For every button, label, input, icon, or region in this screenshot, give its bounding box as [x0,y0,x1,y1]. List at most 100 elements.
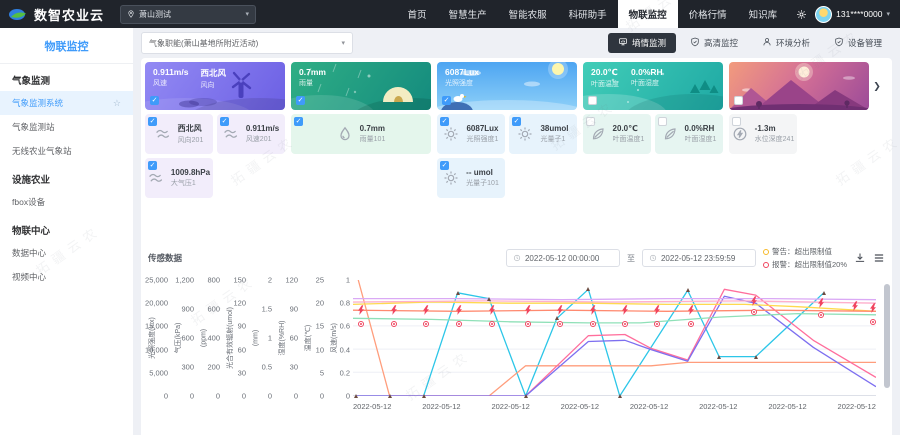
series-point [618,394,622,398]
menu-icon[interactable] [873,252,885,264]
axis-tick: 0 [268,392,272,401]
alarm-point [622,321,628,327]
chip-checkbox[interactable]: ✓ [512,117,521,126]
date-from-input[interactable]: 2022-05-12 00:00:00 [506,249,620,267]
clock-icon [649,254,657,262]
nav-item[interactable]: 科研助手 [558,0,618,28]
sensor-chip[interactable]: ✓1009.8hPa大气压1 [145,158,213,198]
nav-item[interactable]: 智能农服 [498,0,558,28]
x-axis-label: 2022-05-12 [838,402,876,411]
sidebar-item[interactable]: fbox设备 [0,190,133,214]
chart-header: 传感数据 2022-05-12 00:00:00 至 2022-05-12 23… [145,248,888,268]
chart-scrollbar[interactable] [884,284,890,388]
date-from-value: 2022-05-12 00:00:00 [525,254,599,263]
chip-checkbox[interactable]: ✓ [658,117,667,126]
chip-checkbox[interactable]: ✓ [732,117,741,126]
date-to-input[interactable]: 2022-05-12 23:59:59 [642,249,756,267]
card-checkbox[interactable]: ✓ [442,96,451,105]
axis-tick: 0.4 [340,345,350,354]
sensor-chip[interactable]: ✓西北风风向201 [145,114,213,154]
card-checkbox[interactable]: ✓ [296,96,305,105]
location-select[interactable]: 萧山测试 ▾ [120,5,256,24]
toolbar-button[interactable]: 环境分析 [752,33,820,53]
chip-checkbox[interactable]: ✓ [586,117,595,126]
sensor-chip[interactable]: ✓-1.3m水位深度241 [729,114,797,154]
y-axis: 湿度(%RH)1209060300 [275,280,301,396]
device-select[interactable]: 气象职能(萧山基地所附近活动) ▾ [141,32,353,54]
main-nav: 首页智慧生产智能农服科研助手物联监控价格行情知识库 [397,0,789,28]
sensor-chip[interactable]: ✓38umol光量子1 [509,114,577,154]
card-checkbox[interactable]: ✓ [150,96,159,105]
chip-value: 0.7mm [360,124,386,133]
sensor-card-rain[interactable]: 0.7mm雨量✓ [291,62,431,110]
chip-checkbox[interactable]: ✓ [294,117,303,126]
sidebar-item[interactable]: 视频中心 [0,265,133,289]
date-separator: 至 [627,253,635,264]
toolbar-buttons: 墒情监测高清监控环境分析设备管理 [608,33,892,53]
triangle-marker [422,394,426,398]
star-icon[interactable]: ☆ [113,98,121,109]
card-value-number: 20.0℃ [591,67,619,78]
nav-item[interactable]: 智慧生产 [438,0,498,28]
gear-icon[interactable] [796,9,807,20]
chip-column: ✓20.0℃叶面温度1✓0.0%RH叶面湿度1 [583,114,723,198]
sensor-card-leaf[interactable]: 20.0℃叶面温度0.0%RH叶面湿度✓ [583,62,723,110]
nav-item[interactable]: 价格行情 [678,0,738,28]
nav-item[interactable]: 首页 [397,0,438,28]
avatar [815,6,832,23]
sidebar-item[interactable]: 气象监测站 [0,115,133,139]
axis-tick: 15 [316,322,324,331]
sensor-chip[interactable]: ✓20.0℃叶面温度1 [583,114,651,154]
toolbar-button[interactable]: 墒情监测 [608,33,676,53]
chip-checkbox[interactable]: ✓ [220,117,229,126]
card-checkbox[interactable]: ✓ [588,96,597,105]
series-point [524,394,528,398]
sun-icon [443,170,459,186]
axis-tick: 900 [181,305,194,314]
axis-tick: 90 [238,322,246,331]
nav-item[interactable]: 物联监控 [618,0,678,28]
alarm-bolt-icon [489,305,496,315]
sensor-card-sunset[interactable]: ✓ [729,62,869,110]
axis-tick: 0 [190,392,194,401]
y-axis: 风速(m/s)10.80.60.40.20 [327,280,353,396]
axis-tick: 5 [320,368,324,377]
chip-label: 光量子1 [540,134,568,144]
chip-checkbox[interactable]: ✓ [148,161,157,170]
carousel-next-button[interactable]: ❯ [869,78,885,94]
chip-label: 水位深度241 [755,134,795,144]
sensor-chip[interactable]: ✓0.0%RH叶面湿度1 [655,114,723,154]
user-menu[interactable]: 131****0000 ▾ [815,6,890,23]
card-value-number: 0.7mm [299,67,326,77]
triangle-marker [487,297,491,301]
sidebar: 物联监控 气象监测气象监测系统☆气象监测站无线农业气象站设施农业fbox设备物联… [0,28,133,435]
sidebar-item[interactable]: 无线农业气象站 [0,139,133,163]
card-checkbox[interactable]: ✓ [734,96,743,105]
sidebar-item[interactable]: 数据中心 [0,241,133,265]
chip-checkbox[interactable]: ✓ [440,161,449,170]
series-point [487,297,491,301]
legend-item: 报警：超出限制值20% [763,259,847,270]
axis-tick: 10,000 [145,345,168,354]
axis-tick: 1 [346,276,350,285]
sensor-chip[interactable]: ✓0.7mm雨量101 [291,114,431,154]
nav-item[interactable]: 知识库 [738,0,789,28]
sidebar-item[interactable]: 气象监测系统 ☆ [0,91,133,115]
alarm-point [391,321,397,327]
sun-icon [443,126,459,142]
axis-tick: 600 [207,305,220,314]
sensor-card-sun[interactable]: 6087Lux光照强度✓ [437,62,577,110]
sensor-chip[interactable]: ✓0.911m/s风速201 [217,114,285,154]
chip-checkbox[interactable]: ✓ [440,117,449,126]
sensor-card-wind[interactable]: 0.911m/s风速西北风风向✓ [145,62,285,110]
download-icon[interactable] [854,252,866,264]
card-value: 西北风风向 [200,67,226,90]
alarm-circle-marker [622,321,628,327]
sensor-chip[interactable]: ✓-- umol光量子101 [437,158,505,198]
chip-checkbox[interactable]: ✓ [148,117,157,126]
sensor-chip[interactable]: ✓6087Lux光照强度1 [437,114,505,154]
card-value-number: 西北风 [200,67,226,79]
sidebar-item-label: 气象监测系统 [12,97,63,109]
toolbar-button[interactable]: 高清监控 [680,33,748,53]
toolbar-button[interactable]: 设备管理 [824,33,892,53]
